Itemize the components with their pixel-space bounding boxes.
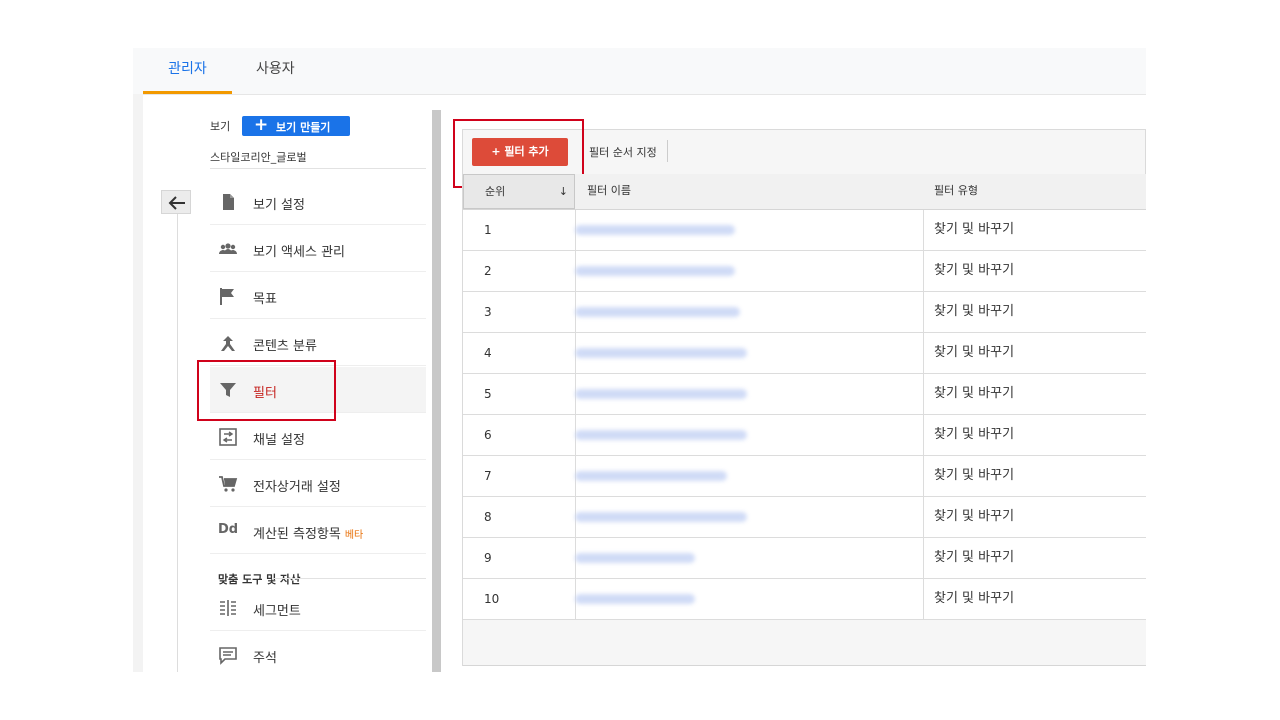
table-row[interactable]: 4 찾기 및 바꾸기	[463, 333, 1146, 374]
filter-type-cell: 찾기 및 바꾸기	[934, 591, 1015, 606]
rank-cell: 3	[484, 305, 492, 319]
rank-cell: 4	[484, 346, 492, 360]
content-grouping-icon	[221, 336, 235, 351]
redacted-text	[575, 225, 735, 235]
rank-cell: 6	[484, 428, 492, 442]
filter-type-cell: 찾기 및 바꾸기	[934, 468, 1015, 483]
redacted-text	[575, 512, 747, 522]
tab-user[interactable]: 사용자	[256, 48, 295, 94]
highlight-box	[197, 360, 336, 421]
filter-type-cell: 찾기 및 바꾸기	[934, 550, 1015, 565]
arrow-left-icon	[168, 196, 185, 210]
calculated-metric-icon: Dd	[218, 522, 239, 537]
sidebar-item-ecommerce-settings[interactable]: 전자상거래 설정	[210, 461, 426, 507]
flag-icon	[220, 288, 234, 305]
tab-admin[interactable]: 관리자	[143, 48, 232, 94]
top-tab-bar: 관리자 사용자	[133, 48, 1146, 95]
create-view-button[interactable]: + 보기 만들기	[242, 115, 350, 136]
table-header: 순위 ↓ 필터 이름 필터 유형	[463, 174, 1146, 210]
filter-name-link[interactable]	[575, 415, 891, 455]
table-footer	[463, 620, 1146, 666]
redacted-text	[575, 553, 695, 563]
order-filters-link[interactable]: 필터 순서 지정	[589, 144, 657, 160]
redacted-text	[575, 430, 747, 440]
filters-table: 순위 ↓ 필터 이름 필터 유형 1 찾기 및 바꾸기 2 찾기 및 바꾸기 3	[462, 174, 1146, 666]
segment-icon	[220, 600, 236, 616]
table-row[interactable]: 3 찾기 및 바꾸기	[463, 292, 1146, 333]
redacted-text	[575, 266, 735, 276]
sidebar-item-segments[interactable]: 세그먼트	[210, 585, 426, 631]
filter-name-link[interactable]	[575, 374, 891, 414]
redacted-text	[575, 471, 727, 481]
sidebar-item-label: 계산된 측정항목	[253, 527, 341, 542]
table-body: 1 찾기 및 바꾸기 2 찾기 및 바꾸기 3 찾기 및 바꾸기 4 찾기 및 …	[463, 210, 1146, 620]
rank-cell: 9	[484, 551, 492, 565]
filter-type-cell: 찾기 및 바꾸기	[934, 427, 1015, 442]
annotation-icon	[219, 647, 237, 665]
filter-name-link[interactable]	[575, 497, 891, 537]
redacted-text	[575, 307, 740, 317]
scrollbar[interactable]	[432, 110, 441, 672]
table-row[interactable]: 10 찾기 및 바꾸기	[463, 579, 1146, 620]
rank-cell: 7	[484, 469, 492, 483]
redacted-text	[575, 348, 747, 358]
back-button[interactable]	[161, 190, 191, 214]
filter-name-link[interactable]	[575, 210, 891, 250]
filter-type-cell: 찾기 및 바꾸기	[934, 222, 1015, 237]
divider	[273, 578, 426, 579]
divider	[210, 168, 426, 169]
cart-icon	[219, 476, 238, 492]
left-gutter	[133, 94, 143, 672]
rank-cell: 5	[484, 387, 492, 401]
people-icon	[219, 243, 237, 254]
view-name[interactable]: 스타일코리안_글로벌	[210, 149, 307, 165]
filter-name-link[interactable]	[575, 251, 891, 291]
filter-name-link[interactable]	[575, 538, 891, 578]
filter-type-cell: 찾기 및 바꾸기	[934, 304, 1015, 319]
table-row[interactable]: 9 찾기 및 바꾸기	[463, 538, 1146, 579]
table-row[interactable]: 7 찾기 및 바꾸기	[463, 456, 1146, 497]
filter-name-link[interactable]	[575, 456, 891, 496]
filter-type-cell: 찾기 및 바꾸기	[934, 345, 1015, 360]
column-header-name[interactable]: 필터 이름	[587, 174, 631, 209]
plus-icon: +	[254, 115, 269, 135]
rank-cell: 10	[484, 592, 500, 606]
redacted-text	[575, 594, 695, 604]
table-row[interactable]: 8 찾기 및 바꾸기	[463, 497, 1146, 538]
rank-cell: 8	[484, 510, 492, 524]
beta-badge: 베타	[344, 530, 364, 541]
view-label: 보기	[210, 120, 231, 133]
table-row[interactable]: 1 찾기 및 바꾸기	[463, 210, 1146, 251]
filter-type-cell: 찾기 및 바꾸기	[934, 386, 1015, 401]
divider	[177, 190, 178, 672]
sidebar-item-goals[interactable]: 목표	[210, 273, 426, 319]
divider	[667, 140, 668, 162]
filter-type-cell: 찾기 및 바꾸기	[934, 263, 1015, 278]
rank-cell: 1	[484, 223, 492, 237]
table-row[interactable]: 2 찾기 및 바꾸기	[463, 251, 1146, 292]
filter-name-link[interactable]	[575, 579, 891, 619]
table-row[interactable]: 6 찾기 및 바꾸기	[463, 415, 1146, 456]
redacted-text	[575, 389, 747, 399]
sort-arrow-icon: ↓	[558, 185, 568, 198]
filter-name-link[interactable]	[575, 333, 891, 373]
channel-icon	[219, 428, 237, 446]
sidebar-item-calculated-metrics[interactable]: Dd 계산된 측정항목 베타	[210, 508, 426, 554]
sidebar-item-annotations[interactable]: 주석	[210, 632, 426, 672]
sidebar-item-view-settings[interactable]: 보기 설정	[210, 179, 426, 225]
filter-name-link[interactable]	[575, 292, 891, 332]
rank-cell: 2	[484, 264, 492, 278]
admin-panel: 관리자 사용자 보기 + 보기 만들기 스타일코리안_글로벌 보기 설정 보기 …	[133, 48, 1146, 672]
sidebar-item-view-access[interactable]: 보기 액세스 관리	[210, 226, 426, 272]
column-header-type[interactable]: 필터 유형	[934, 174, 978, 209]
document-icon	[223, 194, 234, 210]
column-header-rank[interactable]: 순위 ↓	[463, 174, 575, 209]
filter-type-cell: 찾기 및 바꾸기	[934, 509, 1015, 524]
table-row[interactable]: 5 찾기 및 바꾸기	[463, 374, 1146, 415]
